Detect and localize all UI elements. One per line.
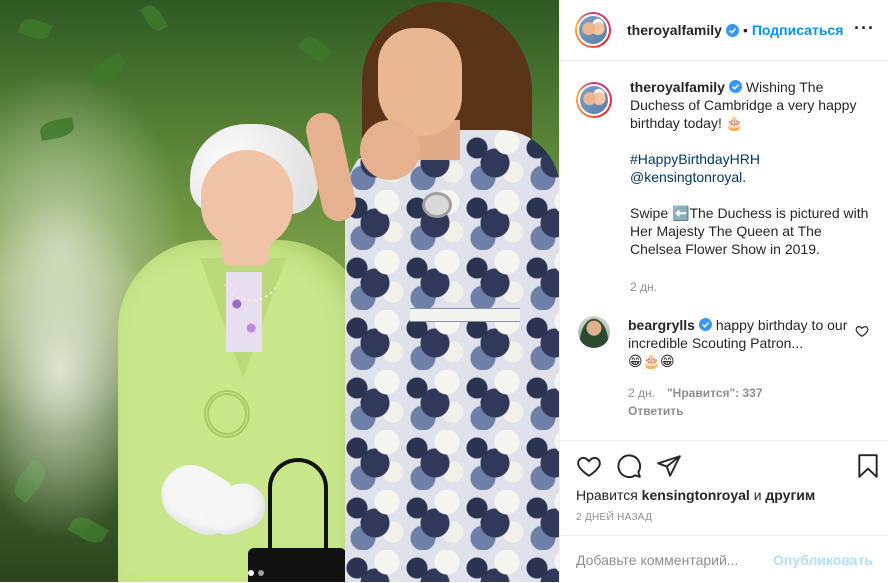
handbag (248, 548, 346, 582)
wristwatch (422, 192, 452, 218)
like-icon[interactable] (576, 453, 602, 479)
comment-meta: 2 дн. "Нравится": 337 (628, 384, 868, 402)
publish-button[interactable]: Опубликовать (773, 552, 873, 568)
comment-input[interactable] (576, 551, 774, 568)
carousel-dots (248, 570, 264, 576)
likes-joiner: и (753, 487, 762, 503)
user-avatar[interactable] (575, 12, 611, 48)
bookmark-icon[interactable] (855, 453, 881, 479)
action-icons (576, 453, 682, 479)
mention-suffix: . (742, 169, 747, 185)
leaf-decor (140, 1, 168, 35)
verified-badge-icon (725, 23, 739, 37)
post-date[interactable]: 2 ДНЕЙ НАЗАД (576, 512, 652, 523)
carousel-dot (258, 570, 264, 576)
verified-badge-icon (728, 80, 742, 93)
comment-like-icon[interactable] (855, 324, 869, 338)
post-photo[interactable] (0, 0, 559, 582)
likes-prefix: Нравится (576, 487, 638, 503)
likes-summary: Нравится kensingtonroyal и другим (576, 487, 815, 503)
more-options-icon[interactable]: ··· (854, 18, 875, 39)
caption-username[interactable]: theroyalfamily (630, 79, 725, 95)
duchess-dress (345, 130, 559, 582)
post-header: theroyalfamily • Подписаться ··· (560, 0, 888, 61)
action-section: Нравится kensingtonroyal и другим 2 ДНЕЙ… (560, 440, 888, 582)
caption-time[interactable]: 2 дн. (630, 278, 870, 296)
hashtag-link[interactable]: #HappyBirthdayHRH (630, 151, 760, 167)
verified-badge-icon (698, 318, 712, 331)
post-side-panel: theroyalfamily • Подписаться ··· theroya… (559, 0, 888, 582)
likes-user-link[interactable]: kensingtonroyal (642, 487, 750, 503)
likes-others-link[interactable]: другим (765, 487, 815, 503)
comment-likes[interactable]: "Нравится": 337 (667, 386, 763, 400)
comment-time[interactable]: 2 дн. (628, 386, 655, 400)
comments-list[interactable]: theroyalfamily Wishing The Duchess of Ca… (560, 62, 888, 440)
duchess-belt (410, 308, 520, 322)
comment-icon[interactable] (616, 453, 642, 479)
carousel-dot-active (248, 570, 254, 576)
commenter-avatar[interactable] (578, 316, 610, 348)
reply-button[interactable]: Ответить (628, 402, 868, 420)
caption-avatar[interactable] (576, 82, 612, 118)
leaf-decor (297, 32, 333, 66)
add-comment-bar: Опубликовать (560, 535, 888, 583)
queen-coat-knot (204, 390, 250, 438)
comment-emoji: 😁🎂😁 (628, 353, 675, 369)
commenter-username[interactable]: beargrylls (628, 317, 695, 333)
caption-body: theroyalfamily Wishing The Duchess of Ca… (630, 78, 870, 296)
follow-button[interactable]: Подписаться (752, 22, 844, 38)
duchess-hand-right (360, 120, 420, 180)
mention-link[interactable]: @kensingtonroyal (630, 169, 742, 185)
leaf-decor (87, 52, 129, 88)
comment: beargrylls happy birthday to our incredi… (576, 316, 873, 420)
header-username[interactable]: theroyalfamily (627, 22, 722, 38)
share-icon[interactable] (656, 453, 682, 479)
comment-body: beargrylls happy birthday to our incredi… (628, 316, 868, 420)
leaf-decor (17, 15, 53, 43)
handbag-strap (268, 458, 328, 554)
save-button[interactable] (855, 453, 881, 479)
queen-face (201, 150, 293, 248)
caption: theroyalfamily Wishing The Duchess of Ca… (576, 78, 873, 296)
instagram-post: theroyalfamily • Подписаться ··· theroya… (0, 0, 888, 582)
caption-text-2: Swipe ⬅️The Duchess is pictured with Her… (630, 205, 869, 257)
header-separator: • (742, 22, 748, 38)
leaf-decor (38, 117, 76, 141)
